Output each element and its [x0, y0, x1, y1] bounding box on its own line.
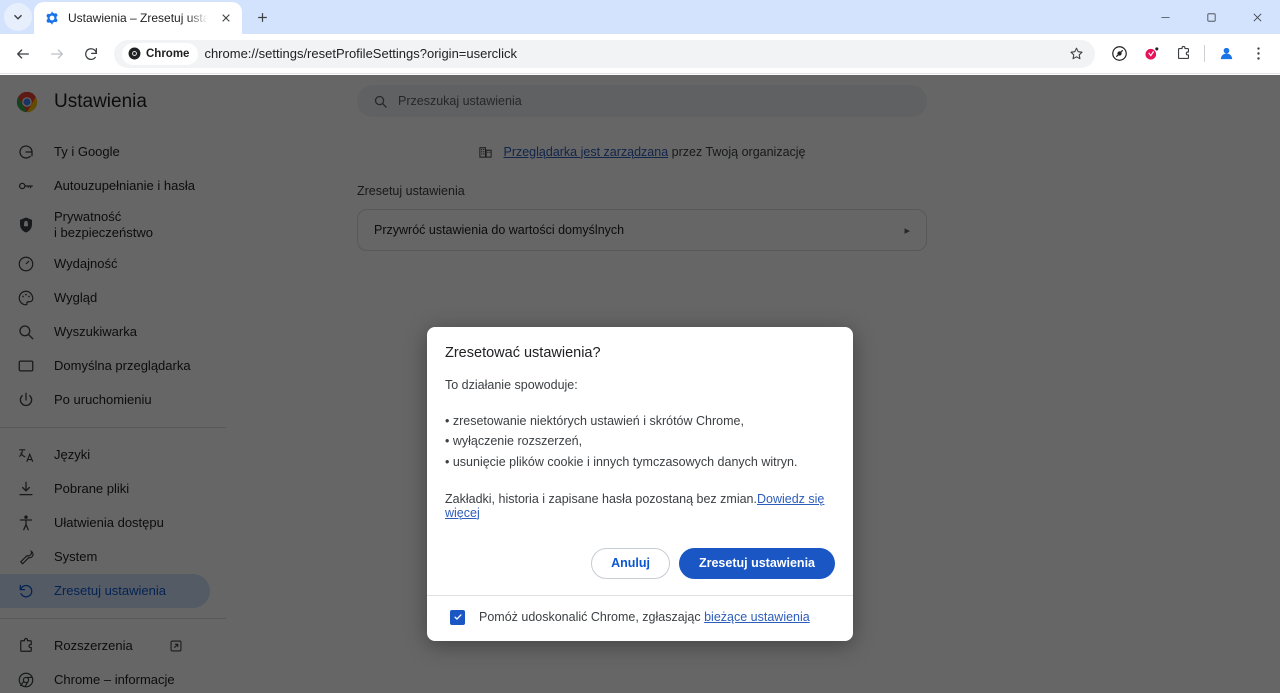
close-icon [222, 14, 230, 22]
list-item: • zresetowanie niektórych ustawień i skr… [445, 414, 744, 428]
dialog-actions: Anuluj Zresetuj ustawienia [427, 534, 853, 596]
tab-search-button[interactable] [4, 3, 32, 31]
minimize-icon [1160, 16, 1170, 18]
arrow-left-icon [17, 48, 29, 59]
reset-settings-button[interactable]: Zresetuj ustawienia [678, 547, 835, 579]
minimize-button[interactable] [1142, 0, 1188, 34]
dialog-title: Zresetować ustawienia? [445, 345, 601, 361]
bookmark-star-button[interactable] [1063, 41, 1089, 67]
browser-tab[interactable]: Ustawienia – Zresetuj ustawienia [34, 2, 242, 34]
maximize-icon [1206, 12, 1216, 22]
plus-icon [257, 12, 267, 22]
new-tab-button[interactable] [248, 3, 276, 31]
settings-page: Ustawienia Ty i Google Autouzupełnianie … [0, 75, 1280, 693]
dialog-footer-sentence: Zakładki, historia i zapisane hasła pozo… [445, 491, 757, 506]
browser-toolbar: Chrome chrome://settings/resetProfileSet… [0, 34, 1280, 74]
extensions-puzzle-icon [1177, 45, 1189, 60]
reset-settings-dialog: Zresetować ustawienia? To działanie spow… [427, 327, 853, 641]
report-settings-checkbox[interactable] [450, 609, 465, 625]
tab-title: Ustawienia – Zresetuj ustawienia [68, 11, 208, 25]
chevron-down-icon [14, 14, 22, 20]
dialog-lead-text: To działanie spowoduje: [445, 378, 578, 392]
maximize-button[interactable] [1188, 0, 1234, 34]
tab-close-button[interactable] [216, 8, 236, 28]
report-settings-text: Pomóż udoskonalić Chrome, zgłaszając [479, 610, 705, 625]
arrow-right-icon [51, 48, 63, 59]
address-bar[interactable]: Chrome chrome://settings/resetProfileSet… [114, 39, 1095, 68]
chrome-chip-label: Chrome [146, 47, 190, 60]
cancel-button[interactable]: Anuluj [591, 547, 670, 579]
chrome-logo-icon [128, 47, 141, 60]
chrome-menu-icon [1256, 47, 1260, 60]
list-item: • usunięcie plików cookie i innych tymcz… [445, 454, 798, 469]
dialog-body: Zresetować ustawienia? To działanie spow… [427, 327, 853, 534]
profile-avatar-icon [1220, 47, 1232, 60]
extension-pink-icon [1144, 47, 1158, 60]
extension-pink-button[interactable] [1136, 39, 1166, 69]
window-controls [1142, 0, 1280, 34]
profile-button[interactable] [1211, 39, 1241, 69]
back-button[interactable] [8, 39, 38, 69]
extensions-menu-button[interactable] [1168, 39, 1198, 69]
star-icon [1069, 47, 1083, 60]
list-item: • wyłączenie rozszerzeń, [445, 434, 583, 449]
checkmark-icon [453, 614, 462, 620]
extension-tracker-button[interactable] [1104, 39, 1134, 69]
toolbar-divider [1204, 45, 1205, 62]
settings-gear-icon [46, 11, 58, 25]
url-text: chrome://settings/resetProfileSettings?o… [204, 46, 517, 61]
dialog-footer-text: Zakładki, historia i zapisane hasła pozo… [445, 492, 835, 520]
dialog-bullet-list: • zresetowanie niektórych ustawień i skr… [445, 411, 835, 472]
extension-tracker-icon [1111, 46, 1127, 61]
current-settings-link[interactable]: bieżące ustawienia [704, 610, 810, 624]
browser-window: Ustawienia – Zresetuj ustawienia [0, 0, 1280, 693]
forward-button[interactable] [42, 39, 72, 69]
chrome-menu-button[interactable] [1243, 39, 1273, 69]
tab-strip: Ustawienia – Zresetuj ustawienia [0, 0, 1280, 34]
reload-icon [85, 47, 97, 60]
report-settings-label: Pomóż udoskonalić Chrome, zgłaszając bie… [479, 610, 810, 624]
reload-button[interactable] [76, 39, 106, 69]
chrome-origin-chip[interactable]: Chrome [122, 42, 199, 65]
close-icon [1253, 13, 1261, 21]
dialog-checkbox-row: Pomóż udoskonalić Chrome, zgłaszając bie… [427, 596, 853, 641]
close-window-button[interactable] [1234, 0, 1280, 34]
